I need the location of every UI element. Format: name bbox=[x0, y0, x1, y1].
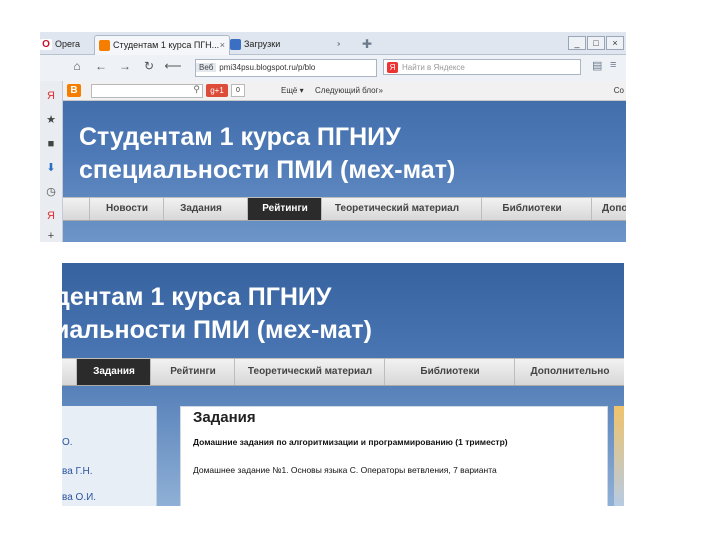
menu-icon[interactable]: ≡ bbox=[610, 59, 616, 71]
close-window-button[interactable]: × bbox=[606, 36, 624, 50]
add-panel-icon[interactable]: + bbox=[44, 229, 58, 242]
forward-icon[interactable]: → bbox=[116, 59, 134, 73]
post-subheading: Домашние задания по алгоритмизации и про… bbox=[193, 437, 508, 447]
history-icon[interactable]: ◷ bbox=[44, 185, 58, 199]
notes-icon[interactable]: ■ bbox=[44, 137, 58, 151]
tab-strip: O Opera Студентам 1 курса ПГН... × Загруз… bbox=[40, 32, 626, 55]
yandex-search-input[interactable]: Я Найти в Яндексе bbox=[383, 59, 581, 75]
tab-downloads-label: Загрузки bbox=[244, 39, 281, 49]
tab-blog-label: Студентам 1 курса ПГН... bbox=[113, 40, 220, 50]
tab-downloads[interactable]: Загрузки × bbox=[228, 35, 340, 54]
menu-ratings[interactable]: Рейтинги bbox=[150, 359, 235, 385]
menu-extra[interactable]: Дополнительно bbox=[514, 359, 624, 385]
blogger-navbar: B ⚲ g+1 0 Ещё ▾ Следующий блог» Со bbox=[63, 81, 626, 101]
decorative-strip bbox=[614, 406, 624, 506]
more-menu[interactable]: Ещё ▾ bbox=[281, 81, 304, 100]
gplus-count: 0 bbox=[231, 84, 245, 97]
opera-icon: O bbox=[40, 39, 52, 51]
maximize-button[interactable]: □ bbox=[587, 36, 605, 50]
close-icon[interactable]: × bbox=[220, 36, 225, 55]
next-blog-link[interactable]: Следующий блог» bbox=[315, 81, 383, 100]
blog-page: B ⚲ g+1 0 Ещё ▾ Следующий блог» Со Студе… bbox=[63, 81, 626, 242]
sidebar-teachers: О. ва Г.Н. ва О.И. bbox=[62, 406, 157, 506]
blogger-logo[interactable]: B bbox=[67, 84, 81, 97]
menu-news[interactable]: Новости bbox=[89, 198, 164, 220]
menu-libraries[interactable]: Библиотеки bbox=[384, 359, 515, 385]
window-controls: _ □ × bbox=[567, 36, 624, 50]
menu-theory[interactable]: Теоретический материал bbox=[234, 359, 385, 385]
sidebar-link[interactable]: ва О.И. bbox=[62, 492, 96, 503]
sidebar-link[interactable]: ва Г.Н. bbox=[62, 466, 93, 477]
post-title: Задания bbox=[193, 409, 256, 426]
yandex-icon: Я bbox=[387, 62, 398, 73]
browser-screenshot: O Opera Студентам 1 курса ПГН... × Загруз… bbox=[40, 32, 626, 242]
opera-menu-tab[interactable]: O Opera bbox=[40, 35, 92, 54]
tasks-post: Задания Домашние задания по алгоритмизац… bbox=[180, 406, 608, 506]
menu-extra[interactable]: Допол bbox=[591, 198, 626, 220]
opera-tab-label: Opera bbox=[55, 39, 81, 49]
blog-menu: Задания Рейтинги Теоретический материал … bbox=[62, 358, 624, 386]
address-label: Веб bbox=[196, 63, 217, 72]
blog-title: Студентам 1 курса ПГНИУ специальности ПМ… bbox=[79, 121, 455, 187]
downloads-icon bbox=[230, 39, 241, 51]
blog-title-line2: специальности ПМИ (мех-мат) bbox=[79, 156, 456, 184]
menu-tasks[interactable]: Задания bbox=[76, 359, 151, 385]
search-placeholder: Найти в Яндексе bbox=[402, 63, 465, 72]
menu-theory[interactable]: Теоретический материал bbox=[321, 198, 472, 220]
speed-dial-icon[interactable]: ▤ bbox=[592, 59, 602, 72]
gplus-button[interactable]: g+1 bbox=[206, 84, 228, 97]
search-icon[interactable]: ⚲ bbox=[193, 84, 200, 95]
bookmark-star-icon[interactable]: ★ bbox=[44, 113, 58, 127]
back-icon[interactable]: ← bbox=[92, 59, 110, 73]
yandex-icon[interactable]: Я bbox=[44, 209, 58, 223]
menu-libraries[interactable]: Библиотеки bbox=[481, 198, 582, 220]
blog-menu: Новости Задания Рейтинги Теоретический м… bbox=[63, 197, 626, 221]
blog-title-line1: Студентам 1 курса ПГНИУ bbox=[79, 123, 401, 151]
downloads-icon[interactable]: ⬇ bbox=[44, 161, 58, 175]
close-icon[interactable]: × bbox=[337, 35, 340, 54]
blog-title-cropped: дентам 1 курса ПГНИУ иальности ПМИ (мех-… bbox=[62, 281, 372, 347]
side-panel: Я ★ ■ ⬇ ◷ Я + bbox=[40, 81, 63, 242]
create-blog-link[interactable]: Со bbox=[614, 81, 624, 100]
blogger-icon bbox=[99, 40, 110, 52]
sidebar-link[interactable]: О. bbox=[62, 437, 73, 448]
minimize-button[interactable]: _ bbox=[568, 36, 586, 50]
tab-blog[interactable]: Студентам 1 курса ПГН... × bbox=[94, 35, 230, 55]
yandex-icon[interactable]: Я bbox=[44, 89, 58, 103]
new-tab-button[interactable]: ✚ bbox=[362, 37, 372, 51]
blog-title-line1: дентам 1 курса ПГНИУ bbox=[62, 283, 332, 311]
address-url: pmi34psu.blogspot.ru/p/blo bbox=[219, 63, 316, 72]
home-icon[interactable]: ⌂ bbox=[68, 59, 86, 73]
blog-tasks-screenshot: дентам 1 курса ПГНИУ иальности ПМИ (мех-… bbox=[62, 263, 624, 506]
menu-tasks[interactable]: Задания bbox=[163, 198, 238, 220]
menu-ratings[interactable]: Рейтинги bbox=[247, 198, 322, 220]
homework-link[interactable]: Домашнее задание №1. Основы языка С. Опе… bbox=[193, 465, 497, 475]
address-bar[interactable]: Веб pmi34psu.blogspot.ru/p/blo bbox=[195, 59, 377, 77]
blog-search-input[interactable]: ⚲ bbox=[91, 84, 203, 98]
navigation-bar: ⌂ ← → ↻ ⟵ Веб pmi34psu.blogspot.ru/p/blo … bbox=[40, 55, 626, 82]
blog-page-tasks: дентам 1 курса ПГНИУ иальности ПМИ (мех-… bbox=[62, 263, 624, 506]
reload-icon[interactable]: ↻ bbox=[140, 59, 158, 73]
blog-title-line2: иальности ПМИ (мех-мат) bbox=[62, 316, 372, 344]
rewind-icon[interactable]: ⟵ bbox=[164, 59, 182, 73]
